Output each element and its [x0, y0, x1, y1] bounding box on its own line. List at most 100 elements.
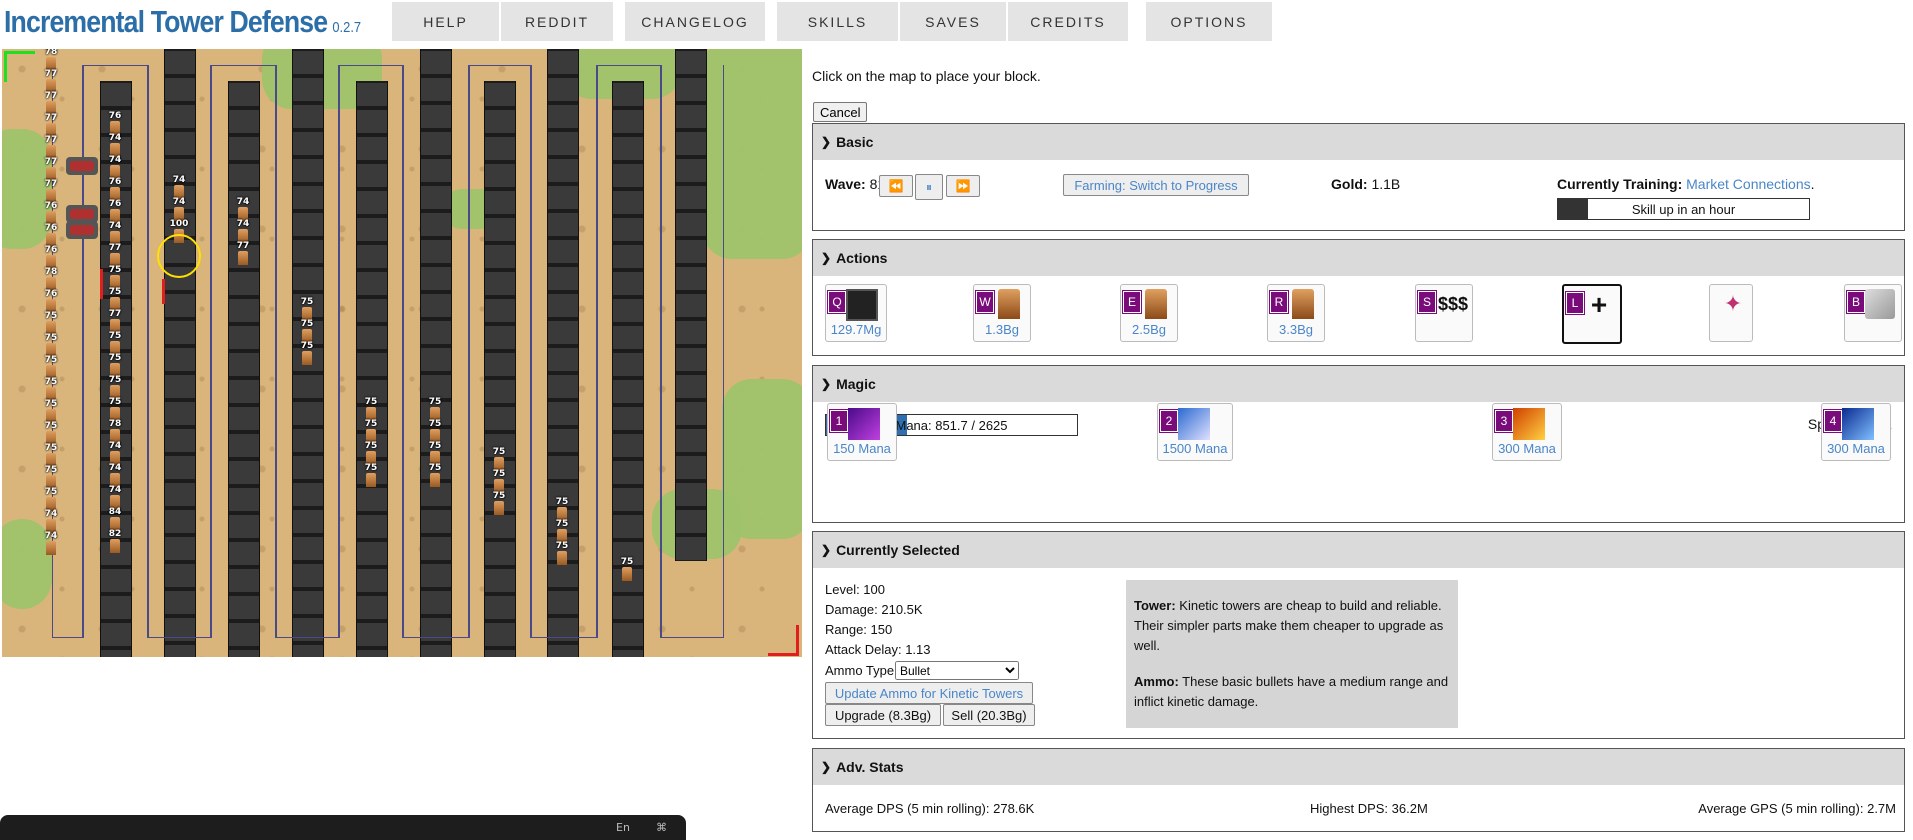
kinetic-tower[interactable]: 74 [169, 197, 189, 221]
kinetic-tower[interactable]: 74 [105, 463, 125, 487]
kinetic-tower[interactable]: 75 [41, 487, 61, 511]
action-sparkle-button[interactable]: ✦ [1709, 284, 1753, 342]
spell-1-button[interactable]: 1 150 Mana [827, 403, 897, 461]
kinetic-tower[interactable]: 76 [105, 199, 125, 223]
kinetic-tower[interactable]: 78 [41, 267, 61, 291]
kinetic-tower[interactable]: 75 [552, 541, 572, 565]
kinetic-tower[interactable]: 77 [105, 243, 125, 267]
kinetic-tower[interactable]: 75 [552, 519, 572, 543]
kinetic-tower[interactable]: 76 [41, 245, 61, 269]
nav-changelog-button[interactable]: CHANGELOG [625, 2, 765, 41]
kinetic-tower[interactable]: 75 [41, 399, 61, 423]
kinetic-tower[interactable]: 75 [361, 397, 381, 421]
adv-stats-header[interactable]: ❯ Adv. Stats [813, 749, 1904, 785]
action-plus-button[interactable]: L + [1562, 284, 1622, 344]
kinetic-tower[interactable]: 75 [425, 397, 445, 421]
close-icon[interactable]: ⌘ [656, 821, 667, 834]
kinetic-tower[interactable]: 75 [105, 331, 125, 355]
kinetic-tower[interactable]: 84 [105, 507, 125, 531]
kinetic-tower[interactable]: 74 [105, 441, 125, 465]
spell-2-button[interactable]: 2 1500 Mana [1157, 403, 1233, 461]
kinetic-tower[interactable]: 78 [105, 419, 125, 443]
kinetic-tower[interactable]: 75 [297, 319, 317, 343]
sell-button[interactable]: Sell (20.3Bg) [943, 704, 1035, 726]
ammo-type-select[interactable]: Bullet [895, 661, 1019, 680]
kinetic-tower[interactable]: 75 [489, 447, 509, 471]
action-kinetic-tower-button[interactable]: W 1.3Bg [973, 284, 1031, 342]
nav-credits-button[interactable]: CREDITS [1008, 2, 1128, 41]
spell-4-button[interactable]: 4 300 Mana [1821, 403, 1891, 461]
kinetic-tower[interactable]: 75 [361, 419, 381, 443]
pause-button[interactable]: ⏸ [915, 174, 943, 200]
kinetic-tower[interactable]: 75 [41, 377, 61, 401]
kinetic-tower[interactable]: 75 [297, 297, 317, 321]
kinetic-tower[interactable]: 82 [105, 529, 125, 553]
action-elemental-tower-button[interactable]: E 2.5Bg [1120, 284, 1178, 342]
kinetic-tower[interactable]: 78 [41, 49, 61, 71]
update-ammo-button[interactable]: Update Ammo for Kinetic Towers [825, 682, 1033, 704]
kinetic-tower[interactable]: 75 [41, 443, 61, 467]
nav-reddit-button[interactable]: REDDIT [501, 2, 613, 41]
kinetic-tower[interactable]: 76 [41, 201, 61, 225]
kinetic-tower[interactable]: 76 [105, 111, 125, 135]
kinetic-tower[interactable]: 75 [41, 421, 61, 445]
actions-header[interactable]: ❯ Actions [813, 240, 1904, 276]
kinetic-tower[interactable]: 75 [41, 355, 61, 379]
kinetic-tower[interactable]: 74 [233, 197, 253, 221]
cancel-button[interactable]: Cancel [813, 102, 868, 122]
game-map[interactable]: 78 77 77 77 77 77 77 76 76 76 78 76 75 75 75 75 75 75 75 75… [2, 49, 802, 657]
kinetic-tower[interactable]: 76 [41, 223, 61, 247]
kinetic-tower[interactable]: 75 [105, 375, 125, 399]
kinetic-tower[interactable]: 75 [41, 311, 61, 335]
kinetic-tower[interactable]: 75 [552, 497, 572, 521]
kinetic-tower[interactable]: 75 [425, 441, 445, 465]
nav-skills-button[interactable]: SKILLS [777, 2, 898, 41]
kinetic-tower[interactable]: 74 [233, 219, 253, 243]
kinetic-tower[interactable]: 75 [361, 463, 381, 487]
nav-saves-button[interactable]: SAVES [900, 2, 1006, 41]
nav-help-button[interactable]: HELP [392, 2, 499, 41]
kinetic-tower[interactable]: 74 [105, 133, 125, 157]
kinetic-tower[interactable]: 74 [41, 531, 61, 555]
kinetic-tower[interactable]: 77 [41, 91, 61, 115]
training-skill-link[interactable]: Market Connections [1686, 176, 1811, 192]
spell-3-button[interactable]: 3 300 Mana [1492, 403, 1562, 461]
kinetic-tower[interactable]: 75 [425, 419, 445, 443]
kinetic-tower[interactable]: 77 [233, 241, 253, 265]
kinetic-tower[interactable]: 74 [41, 509, 61, 533]
kinetic-tower[interactable]: 77 [41, 157, 61, 181]
action-radar-tower-button[interactable]: R 3.3Bg [1267, 284, 1325, 342]
kinetic-tower[interactable]: 75 [297, 341, 317, 365]
kinetic-tower[interactable]: 77 [41, 135, 61, 159]
kinetic-tower[interactable]: 77 [105, 309, 125, 333]
language-indicator[interactable]: En [616, 821, 630, 834]
selected-header[interactable]: ❯ Currently Selected [813, 532, 1904, 568]
kinetic-tower[interactable]: 75 [105, 353, 125, 377]
magic-header[interactable]: ❯ Magic [813, 366, 1904, 402]
kinetic-tower[interactable]: 74 [169, 175, 189, 199]
basic-header[interactable]: ❯ Basic [813, 124, 1904, 160]
kinetic-tower[interactable]: 75 [41, 465, 61, 489]
kinetic-tower[interactable]: 77 [41, 179, 61, 203]
kinetic-tower[interactable]: 77 [41, 69, 61, 93]
kinetic-tower[interactable]: 74 [105, 221, 125, 245]
upgrade-button[interactable]: Upgrade (8.3Bg) [825, 704, 941, 726]
farming-toggle-button[interactable]: Farming: Switch to Progress [1063, 174, 1249, 196]
kinetic-tower[interactable]: 75 [105, 397, 125, 421]
kinetic-tower[interactable]: 75 [489, 491, 509, 515]
kinetic-tower[interactable]: 76 [41, 289, 61, 313]
kinetic-tower[interactable]: 75 [361, 441, 381, 465]
kinetic-tower[interactable]: 74 [105, 155, 125, 179]
rewind-button[interactable]: ⏪ [879, 175, 913, 197]
nav-options-button[interactable]: OPTIONS [1146, 2, 1272, 41]
kinetic-tower[interactable]: 75 [617, 557, 637, 581]
action-block-button[interactable]: Q 129.7Mg [825, 284, 887, 342]
fast-forward-button[interactable]: ⏩ [946, 175, 980, 197]
action-blueprint-button[interactable]: B [1844, 284, 1902, 342]
kinetic-tower[interactable]: 77 [41, 113, 61, 137]
action-sell-button[interactable]: S $$$ [1415, 284, 1473, 342]
kinetic-tower[interactable]: 74 [105, 485, 125, 509]
kinetic-tower[interactable]: 75 [41, 333, 61, 357]
kinetic-tower[interactable]: 76 [105, 177, 125, 201]
kinetic-tower[interactable]: 75 [425, 463, 445, 487]
